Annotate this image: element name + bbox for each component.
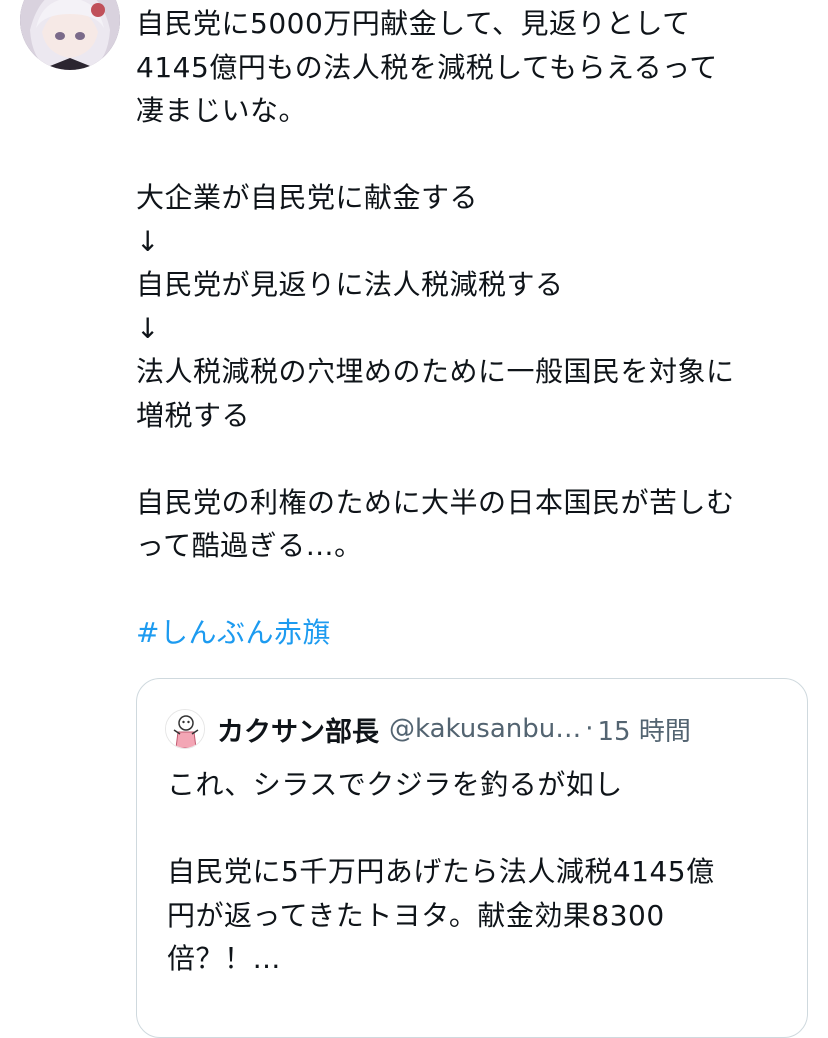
tweet-line: 自民党に5000万円献金して、見返りとして <box>136 7 691 40</box>
quoted-tweet-header: カクサン部長 @kakusanbu… · 15 時間 <box>165 707 691 751</box>
quoted-tweet-card[interactable]: カクサン部長 @kakusanbu… · 15 時間 これ、シラスでクジラを釣る… <box>136 678 808 1038</box>
quoted-line: 自民党に5千万円あげたら法人減税4145億 <box>167 855 715 888</box>
quoted-line: これ、シラスでクジラを釣るが如し <box>167 768 623 801</box>
quoted-line: 円が返ってきたトヨタ。献金効果8300 <box>167 898 665 932</box>
hashtag-link[interactable]: #しんぶん赤旗 <box>136 611 331 655</box>
tweet-line: って酷過ぎる…。 <box>136 529 363 562</box>
hashtag-line: #しんぶん赤旗 <box>136 611 816 655</box>
user-avatar-icon[interactable] <box>20 0 120 70</box>
quoted-blank-line <box>167 807 787 851</box>
quoted-tweet-time[interactable]: 15 時間 <box>597 711 690 748</box>
quoted-user-avatar-icon[interactable] <box>165 709 205 749</box>
quoted-author-handle[interactable]: @kakusanbu… <box>389 714 581 744</box>
tweet-arrow: ↓ <box>136 224 160 258</box>
tweet-arrow: ↓ <box>136 311 160 345</box>
tweet-line: 大企業が自民党に献金する <box>136 181 479 214</box>
tweet-line: 凄まじいな。 <box>136 94 308 127</box>
quoted-author-name[interactable]: カクサン部長 <box>217 710 379 749</box>
separator-dot: · <box>585 714 594 744</box>
tweet-line: 4145億円もの法人税を減税してもらえるって <box>136 50 718 84</box>
tweet-text: 自民党に5000万円献金して、見返りとして 4145億円もの法人税を減税してもら… <box>136 2 816 655</box>
tweet-line: 法人税減税の穴埋めのために一般国民を対象に <box>136 355 735 388</box>
tweet-line: 自民党の利権のために大半の日本国民が苦しむ <box>136 485 735 519</box>
tweet-line: 増税する <box>136 398 251 432</box>
quoted-tweet-text: これ、シラスでクジラを釣るが如し 自民党に5千万円あげたら法人減税4145億 円… <box>167 763 787 981</box>
quoted-line: 倍？！… <box>167 942 282 975</box>
tweet-line: 自民党が見返りに法人税減税する <box>136 268 564 301</box>
